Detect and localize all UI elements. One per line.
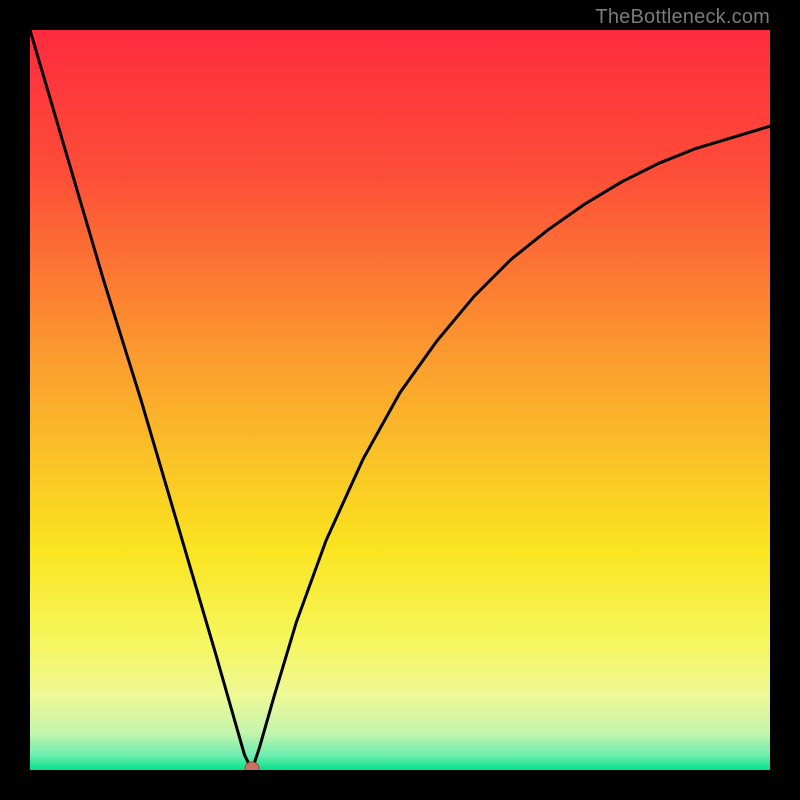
chart-svg — [30, 30, 770, 770]
plot-area — [30, 30, 770, 770]
optimum-marker — [245, 762, 259, 770]
watermark-text: TheBottleneck.com — [595, 6, 770, 29]
chart-container: TheBottleneck.com — [0, 0, 800, 800]
